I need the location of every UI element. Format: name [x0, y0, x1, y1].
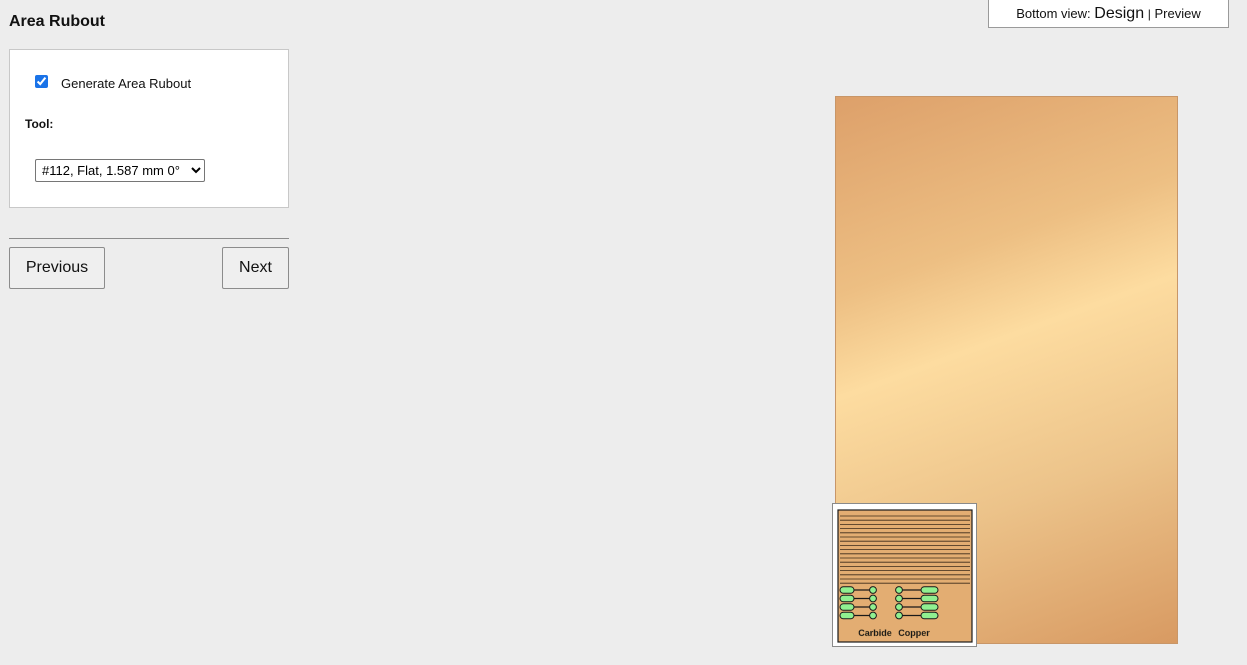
pad	[839, 586, 855, 594]
board-thumbnail[interactable]: Carbide Copper	[832, 503, 977, 647]
tool-label: Tool:	[25, 117, 54, 131]
next-button[interactable]: Next	[222, 247, 289, 289]
page-title: Area Rubout	[9, 13, 105, 30]
design-view-link[interactable]: Design	[1094, 5, 1144, 22]
view-toggle: Bottom view: Design | Preview	[988, 0, 1229, 28]
pad	[869, 603, 877, 611]
pad	[920, 594, 939, 603]
previous-button[interactable]: Previous	[9, 247, 105, 289]
thumbnail-board	[837, 509, 973, 643]
pad	[920, 603, 939, 611]
pad	[869, 611, 877, 620]
pad	[839, 611, 855, 620]
options-panel: Generate Area Rubout Tool: #112, Flat, 1…	[9, 49, 289, 208]
pad	[839, 603, 855, 611]
pad	[839, 594, 855, 603]
pad	[895, 603, 903, 611]
pad	[920, 586, 939, 594]
generate-rubout-label[interactable]: Generate Area Rubout	[61, 76, 191, 91]
divider	[9, 238, 289, 239]
pad	[895, 586, 903, 594]
tool-select[interactable]: #112, Flat, 1.587 mm 0°	[35, 159, 205, 182]
thumbnail-drawing: Carbide Copper	[837, 509, 973, 643]
thumbnail-label-right: Copper	[898, 628, 930, 638]
generate-rubout-checkbox[interactable]	[35, 75, 48, 88]
pad	[869, 586, 877, 594]
pad	[920, 611, 939, 620]
view-toggle-separator: |	[1147, 7, 1151, 21]
pad	[895, 594, 903, 603]
view-toggle-prefix: Bottom view:	[1016, 6, 1091, 21]
preview-view-link[interactable]: Preview	[1154, 6, 1200, 21]
pad	[895, 611, 903, 620]
pad	[869, 594, 877, 603]
thumbnail-label-left: Carbide	[858, 628, 892, 638]
